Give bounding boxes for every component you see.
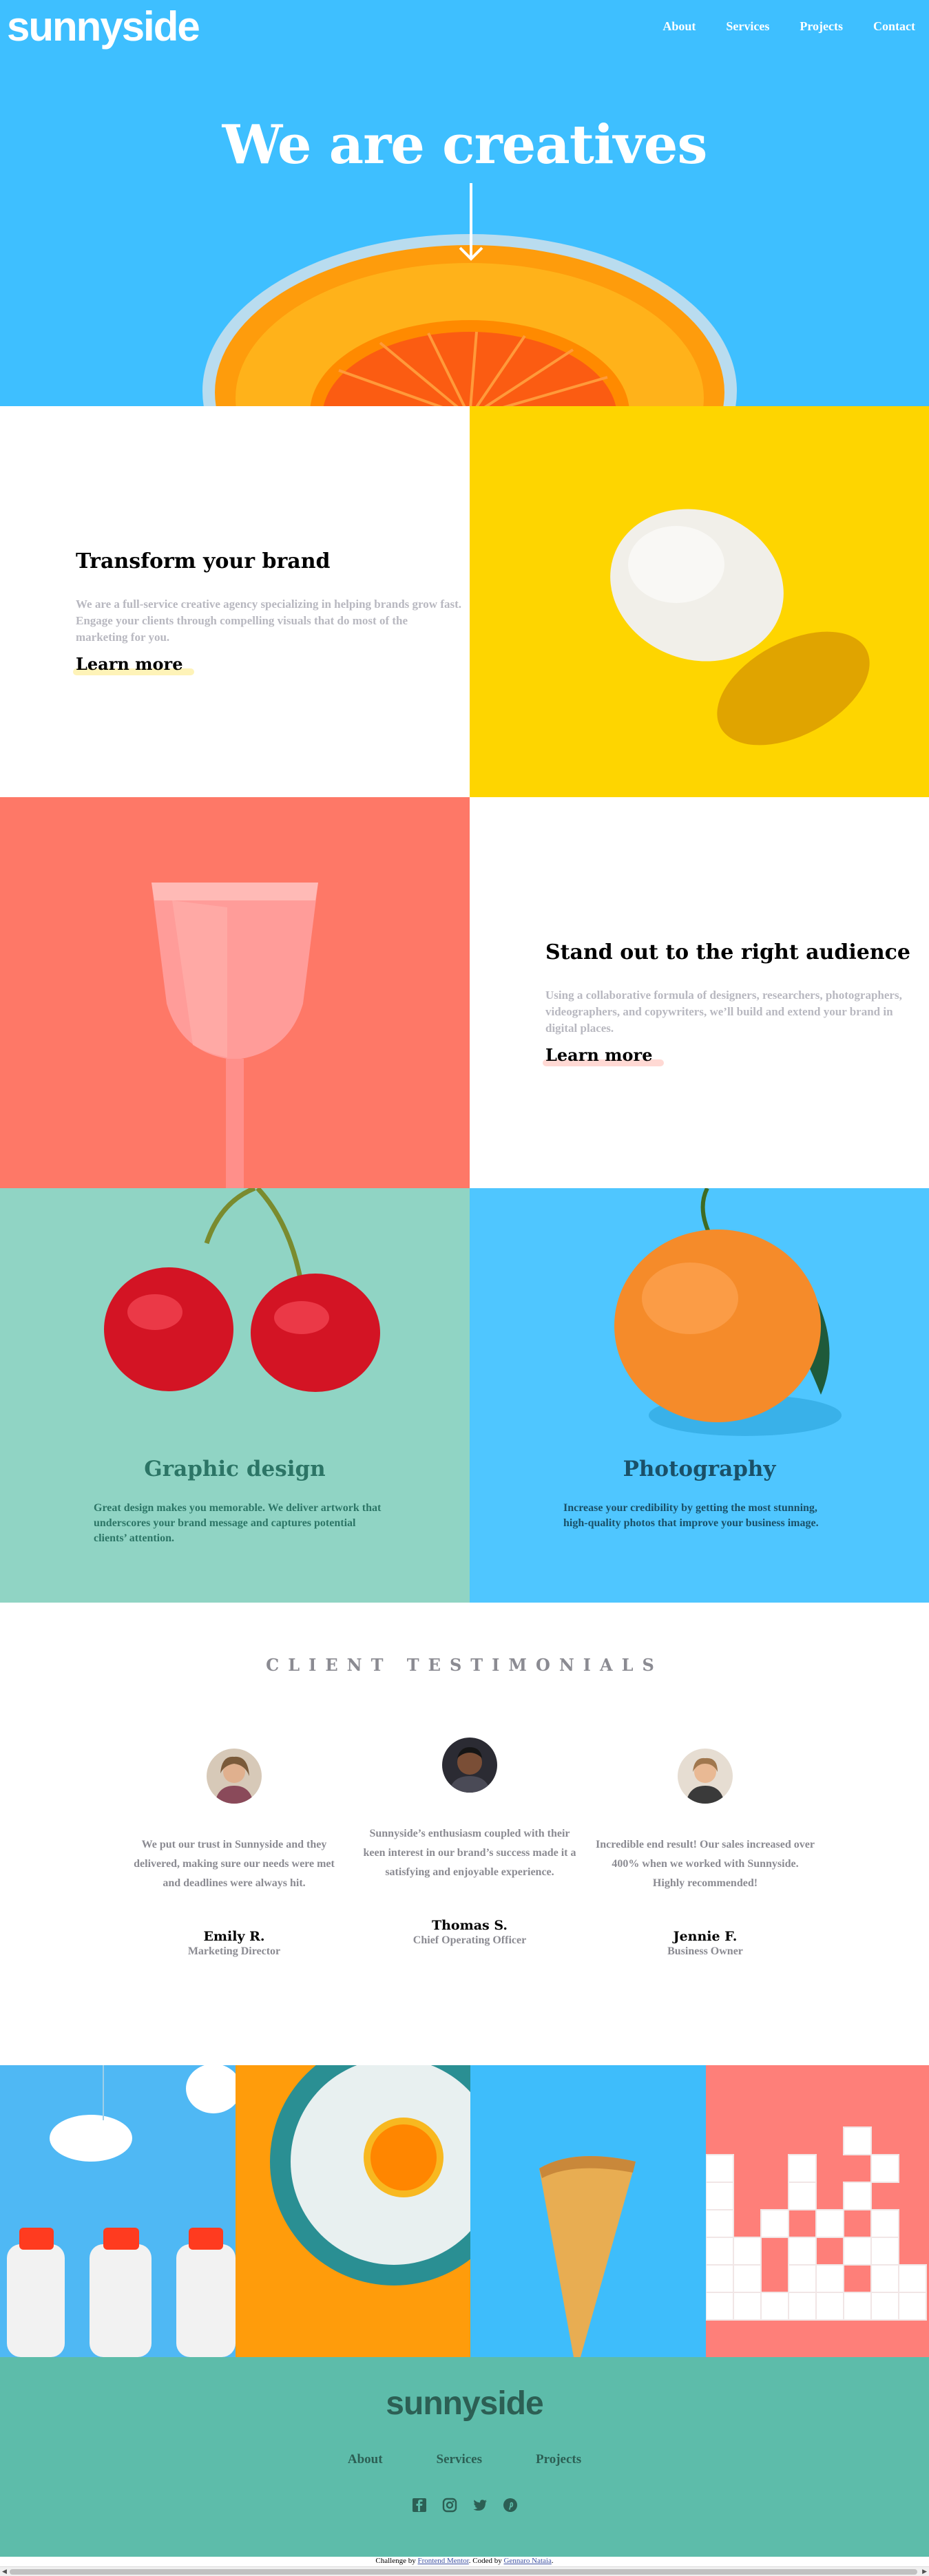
hero-title: We are creatives <box>222 114 708 176</box>
testimonial-role: Marketing Director <box>187 1945 281 1957</box>
attribution-middle: . Coded by <box>468 2557 502 2565</box>
service-graphic-design: Graphic design Great design makes you me… <box>0 1188 470 1603</box>
gallery-orange-plate <box>236 2065 470 2357</box>
nav-services[interactable]: Services <box>726 19 769 34</box>
footer-nav-about[interactable]: About <box>348 2452 383 2467</box>
scroll-right-icon[interactable]: ▶ <box>922 2568 927 2575</box>
gallery <box>0 2065 929 2357</box>
frontend-mentor-link[interactable]: Frontend Mentor <box>418 2557 469 2565</box>
cherries-image <box>104 1188 380 1392</box>
egg-image <box>470 406 929 797</box>
testimonial-card: Incredible end result! Our sales increas… <box>595 1749 815 1958</box>
testimonial-card: Sunnyside’s enthusiasm coupled with thei… <box>359 1738 580 1947</box>
nav-projects[interactable]: Projects <box>800 19 843 34</box>
testimonial-role: Chief Operating Officer <box>413 1934 527 1946</box>
testimonial-quote: Incredible end result! Our sales increas… <box>596 1839 815 1889</box>
graphic-design-body: Great design makes you memorable. We del… <box>94 1502 382 1544</box>
learn-more-link-transform[interactable]: Learn more <box>76 654 182 674</box>
scrollbar-thumb[interactable] <box>10 2569 917 2575</box>
gallery-ice-cream-cone <box>470 2065 706 2357</box>
testimonial-quote: We put our trust in Sunnyside and they d… <box>134 1839 335 1889</box>
testimonial-name: Jennie F. <box>673 1929 738 1944</box>
attribution-prefix: Challenge by <box>375 2557 416 2565</box>
gallery-sugar-cubes <box>706 2065 929 2357</box>
attribution-suffix: . <box>551 2557 554 2565</box>
photography-body: Increase your credibility by getting the… <box>563 1502 819 1529</box>
testimonials-section: CLIENT TESTIMONIALS We put our trust in … <box>0 1603 929 2065</box>
learn-more-link-standout[interactable]: Learn more <box>545 1045 652 1065</box>
standout-section: Stand out to the right audience Using a … <box>470 797 929 1188</box>
standout-body: Using a collaborative formula of designe… <box>545 989 902 1035</box>
footer-logo[interactable]: sunnyside <box>0 2385 929 2422</box>
service-photography: Photography Increase your credibility by… <box>470 1188 929 1603</box>
testimonial-quote: Sunnyside’s enthusiasm coupled with thei… <box>363 1828 576 1878</box>
transform-body: We are a full-service creative agency sp… <box>76 598 462 644</box>
testimonial-name: Emily R. <box>203 1929 265 1944</box>
footer: sunnyside About Services Projects <box>0 2357 929 2557</box>
brand-logo[interactable]: sunnyside <box>7 3 200 50</box>
footer-nav-projects[interactable]: Projects <box>536 2452 581 2467</box>
avatar-emily <box>207 1749 262 1804</box>
scroll-left-icon[interactable]: ◀ <box>2 2568 7 2575</box>
gallery-milk-bottles <box>0 2065 236 2357</box>
testimonial-name: Thomas S. <box>431 1918 508 1933</box>
instagram-icon[interactable] <box>442 2498 457 2513</box>
arrow-down-icon[interactable] <box>457 183 485 266</box>
testimonial-role: Business Owner <box>667 1945 743 1957</box>
avatar-thomas <box>442 1738 497 1793</box>
horizontal-scrollbar[interactable]: ◀ ▶ <box>0 2566 929 2576</box>
avatar-jennie <box>678 1749 733 1804</box>
hero-section: sunnyside About Services Projects Contac… <box>0 0 929 406</box>
orange-image <box>614 1188 842 1436</box>
transform-title: Transform your brand <box>76 549 331 573</box>
glass-image <box>0 797 470 1188</box>
social-links <box>0 2498 929 2513</box>
footer-nav: About Services Projects <box>0 2452 929 2467</box>
nav-contact[interactable]: Contact <box>873 19 915 34</box>
pinterest-icon[interactable] <box>503 2498 518 2513</box>
facebook-icon[interactable] <box>412 2498 427 2513</box>
testimonial-card: We put our trust in Sunnyside and they d… <box>124 1749 344 1958</box>
author-link[interactable]: Gennaro Nataia <box>504 2557 552 2565</box>
nav-about[interactable]: About <box>662 19 696 34</box>
photography-title: Photography <box>623 1457 776 1481</box>
footer-nav-services[interactable]: Services <box>437 2452 482 2467</box>
transform-section: Transform your brand We are a full-servi… <box>0 406 470 797</box>
standout-title: Stand out to the right audience <box>545 940 910 964</box>
twitter-icon[interactable] <box>472 2498 488 2513</box>
main-nav: About Services Projects Contact <box>662 19 915 34</box>
graphic-design-title: Graphic design <box>144 1457 326 1481</box>
testimonials-heading: CLIENT TESTIMONIALS <box>266 1655 663 1675</box>
